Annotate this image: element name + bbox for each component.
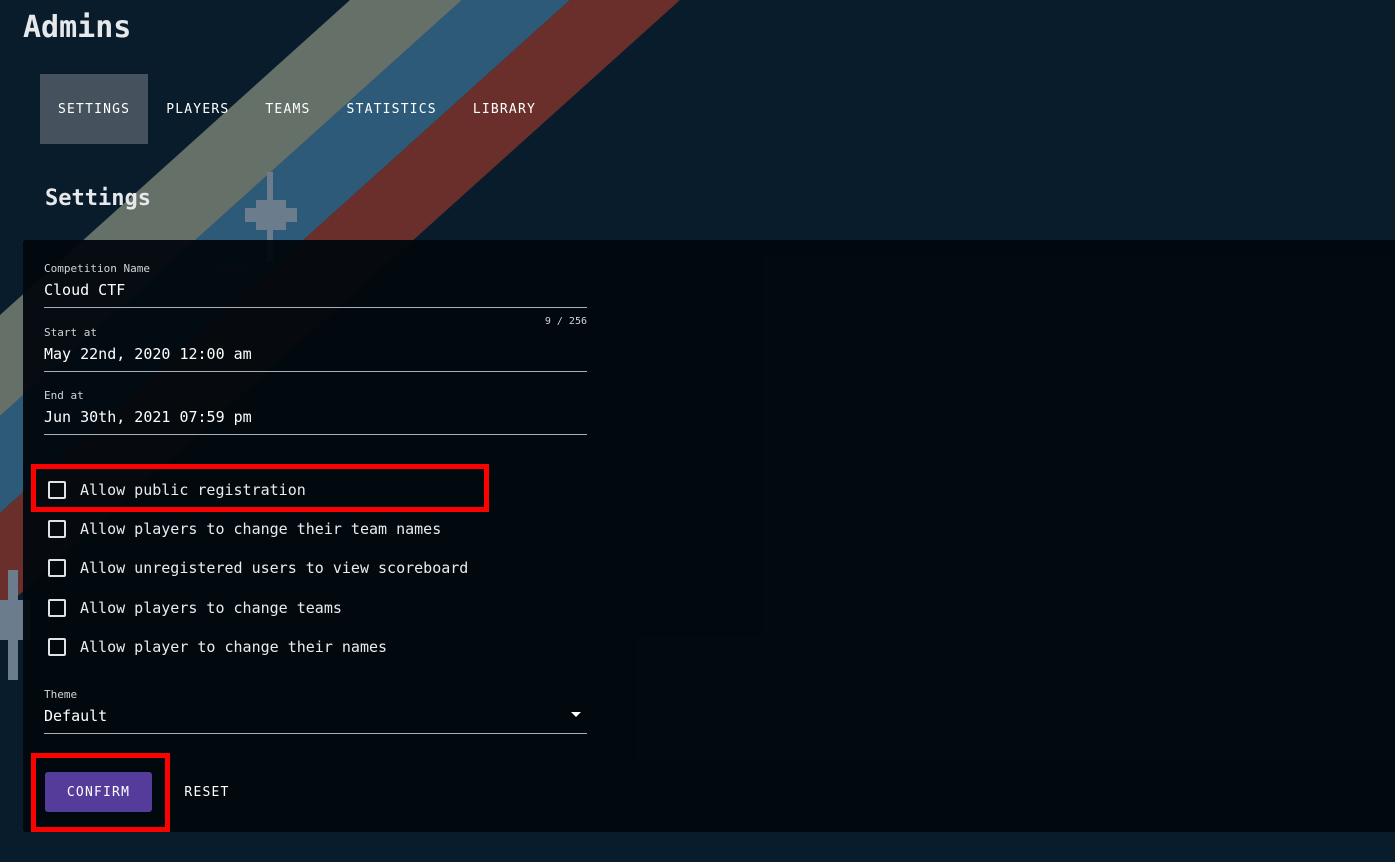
end-at-label: End at xyxy=(44,389,84,402)
start-at-input[interactable]: May 22nd, 2020 12:00 am xyxy=(44,345,587,371)
theme-value[interactable]: Default xyxy=(44,707,587,733)
end-at-field[interactable]: End at Jun 30th, 2021 07:59 pm xyxy=(44,389,587,435)
competition-name-label: Competition Name xyxy=(44,262,150,275)
checkbox-change-team-names[interactable]: Allow players to change their team names xyxy=(48,520,441,538)
checkbox-icon[interactable] xyxy=(48,599,66,617)
theme-label: Theme xyxy=(44,688,78,701)
reset-button[interactable]: RESET xyxy=(173,772,241,812)
tab-teams[interactable]: TEAMS xyxy=(247,74,328,144)
checkbox-label: Allow players to change their team names xyxy=(80,520,442,538)
theme-select[interactable]: Theme Default xyxy=(44,688,587,734)
dropdown-caret-icon[interactable] xyxy=(571,712,581,717)
tab-settings[interactable]: SETTINGS xyxy=(40,74,149,144)
start-at-field[interactable]: Start at May 22nd, 2020 12:00 am xyxy=(44,326,587,372)
checkbox-label: Allow unregistered users to view scorebo… xyxy=(80,559,469,577)
end-at-input[interactable]: Jun 30th, 2021 07:59 pm xyxy=(44,408,587,434)
tab-library[interactable]: LIBRARY xyxy=(455,74,554,144)
checkbox-change-teams[interactable]: Allow players to change teams xyxy=(48,599,342,617)
checkbox-icon[interactable] xyxy=(48,559,66,577)
tab-players[interactable]: PLAYERS xyxy=(148,74,247,144)
section-title: Settings xyxy=(45,186,151,211)
competition-name-field[interactable]: Competition Name Cloud CTF 9 / 256 xyxy=(44,262,587,327)
start-at-label: Start at xyxy=(44,326,97,339)
settings-card: Competition Name Cloud CTF 9 / 256 Start… xyxy=(23,240,1395,832)
page-title: Admins xyxy=(23,10,132,45)
highlight-box-confirm xyxy=(31,753,170,832)
checkbox-change-names[interactable]: Allow player to change their names xyxy=(48,638,387,656)
competition-name-input[interactable]: Cloud CTF xyxy=(44,281,587,307)
tab-statistics[interactable]: STATISTICS xyxy=(329,74,455,144)
checkbox-label: Allow player to change their names xyxy=(80,638,388,656)
checkbox-icon[interactable] xyxy=(48,638,66,656)
checkbox-icon[interactable] xyxy=(48,520,66,538)
checkbox-view-scoreboard[interactable]: Allow unregistered users to view scorebo… xyxy=(48,559,468,577)
highlight-box-registration xyxy=(31,464,489,512)
checkbox-label: Allow players to change teams xyxy=(80,599,342,617)
tab-bar: SETTINGS PLAYERS TEAMS STATISTICS LIBRAR… xyxy=(40,74,554,144)
